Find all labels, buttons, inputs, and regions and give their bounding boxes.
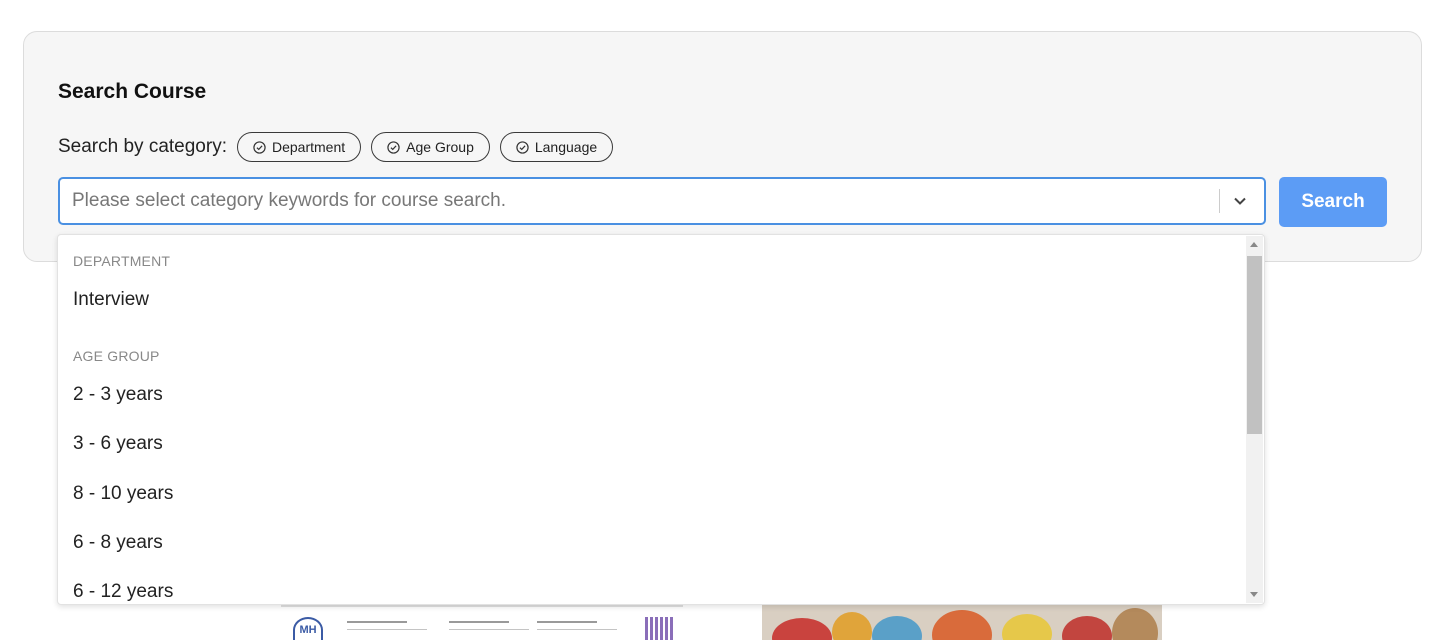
category-filter-row: Search by category: Department Age Group xyxy=(58,132,623,162)
option-6-12-years[interactable]: 6 - 12 years xyxy=(58,572,1244,604)
select-separator xyxy=(1219,189,1220,213)
poster-text-line xyxy=(449,621,509,623)
option-6-8-years[interactable]: 6 - 8 years xyxy=(58,523,1244,563)
photo-shape xyxy=(932,610,992,640)
group-heading-age-group: Age Group xyxy=(73,348,160,364)
group-heading-department: Department xyxy=(73,253,171,269)
search-button[interactable]: Search xyxy=(1279,177,1387,227)
chip-department[interactable]: Department xyxy=(236,132,362,162)
option-2-3-years[interactable]: 2 - 3 years xyxy=(58,375,1244,415)
option-3-6-years[interactable]: 3 - 6 years xyxy=(58,424,1244,464)
chip-language[interactable]: Language xyxy=(499,132,614,162)
poster-text-line xyxy=(347,621,407,623)
page: MH Search Course Search by category: Dep… xyxy=(0,0,1440,640)
qr-code-icon xyxy=(645,617,675,640)
category-label: Search by category: xyxy=(58,136,227,157)
photo-shape xyxy=(832,612,872,640)
chip-label: Department xyxy=(271,139,346,155)
photo-shape xyxy=(1062,616,1112,640)
chevron-down-icon xyxy=(1234,197,1246,205)
chip-age-group[interactable]: Age Group xyxy=(371,132,490,162)
check-circle-icon xyxy=(516,140,529,154)
dropdown-options-list: Department Interview Age Group 2 - 3 yea… xyxy=(58,235,1244,604)
category-search-input[interactable] xyxy=(72,179,1192,223)
course-card-photo[interactable] xyxy=(762,604,1162,640)
school-logo: MH xyxy=(293,617,323,640)
photo-shape xyxy=(872,616,922,640)
chip-label: Age Group xyxy=(406,139,474,155)
poster-text-line xyxy=(537,629,617,630)
chip-label: Language xyxy=(534,139,598,155)
check-circle-icon xyxy=(387,140,400,154)
option-interview[interactable]: Interview xyxy=(58,280,1244,320)
scroll-down-arrow-icon[interactable] xyxy=(1250,592,1258,597)
category-dropdown-menu[interactable]: Department Interview Age Group 2 - 3 yea… xyxy=(57,234,1265,605)
photo-shape xyxy=(1112,608,1158,640)
scroll-up-arrow-icon[interactable] xyxy=(1250,242,1258,247)
check-circle-icon xyxy=(253,140,266,154)
panel-title: Search Course xyxy=(58,80,207,103)
photo-shape xyxy=(1002,614,1052,640)
poster-text-line xyxy=(449,629,529,630)
search-course-panel: Search Course Search by category: Depart… xyxy=(23,31,1422,262)
poster-text-line xyxy=(347,629,427,630)
poster-text-line xyxy=(537,621,597,623)
scrollbar-thumb[interactable] xyxy=(1247,256,1262,434)
photo-shape xyxy=(772,618,832,640)
category-select[interactable] xyxy=(58,177,1266,225)
option-8-10-years[interactable]: 8 - 10 years xyxy=(58,474,1244,514)
course-card-poster[interactable]: MH xyxy=(281,604,683,640)
dropdown-scrollbar[interactable] xyxy=(1246,236,1263,603)
dropdown-toggle[interactable] xyxy=(1224,185,1256,217)
